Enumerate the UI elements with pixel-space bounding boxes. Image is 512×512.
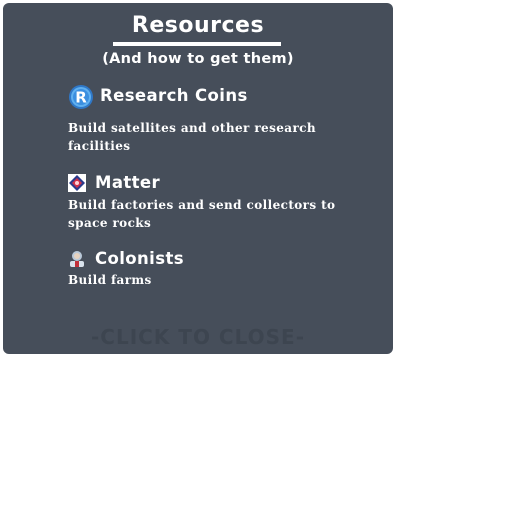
matter-icon — [67, 173, 91, 197]
resources-panel: Resources (And how to get them) R Resear… — [3, 3, 393, 354]
panel-subtitle: (And how to get them) — [102, 51, 294, 67]
colonist-icon — [67, 249, 91, 273]
research-coin-icon: R — [68, 84, 93, 109]
resource-desc-matter: Build factories and send collectors to s… — [68, 198, 336, 230]
resource-desc-colonists: Build farms — [68, 273, 152, 287]
resource-name-colonists: Colonists — [95, 249, 184, 268]
resource-name-research-coins: Research Coins — [100, 86, 248, 105]
svg-text:R: R — [75, 89, 87, 107]
close-button[interactable]: -CLICK TO CLOSE- — [3, 324, 393, 350]
title-underline — [113, 42, 281, 46]
panel-title: Resources — [131, 13, 265, 38]
resource-desc-research-coins: Build satellites and other research faci… — [68, 121, 316, 153]
resource-name-matter: Matter — [95, 173, 161, 192]
